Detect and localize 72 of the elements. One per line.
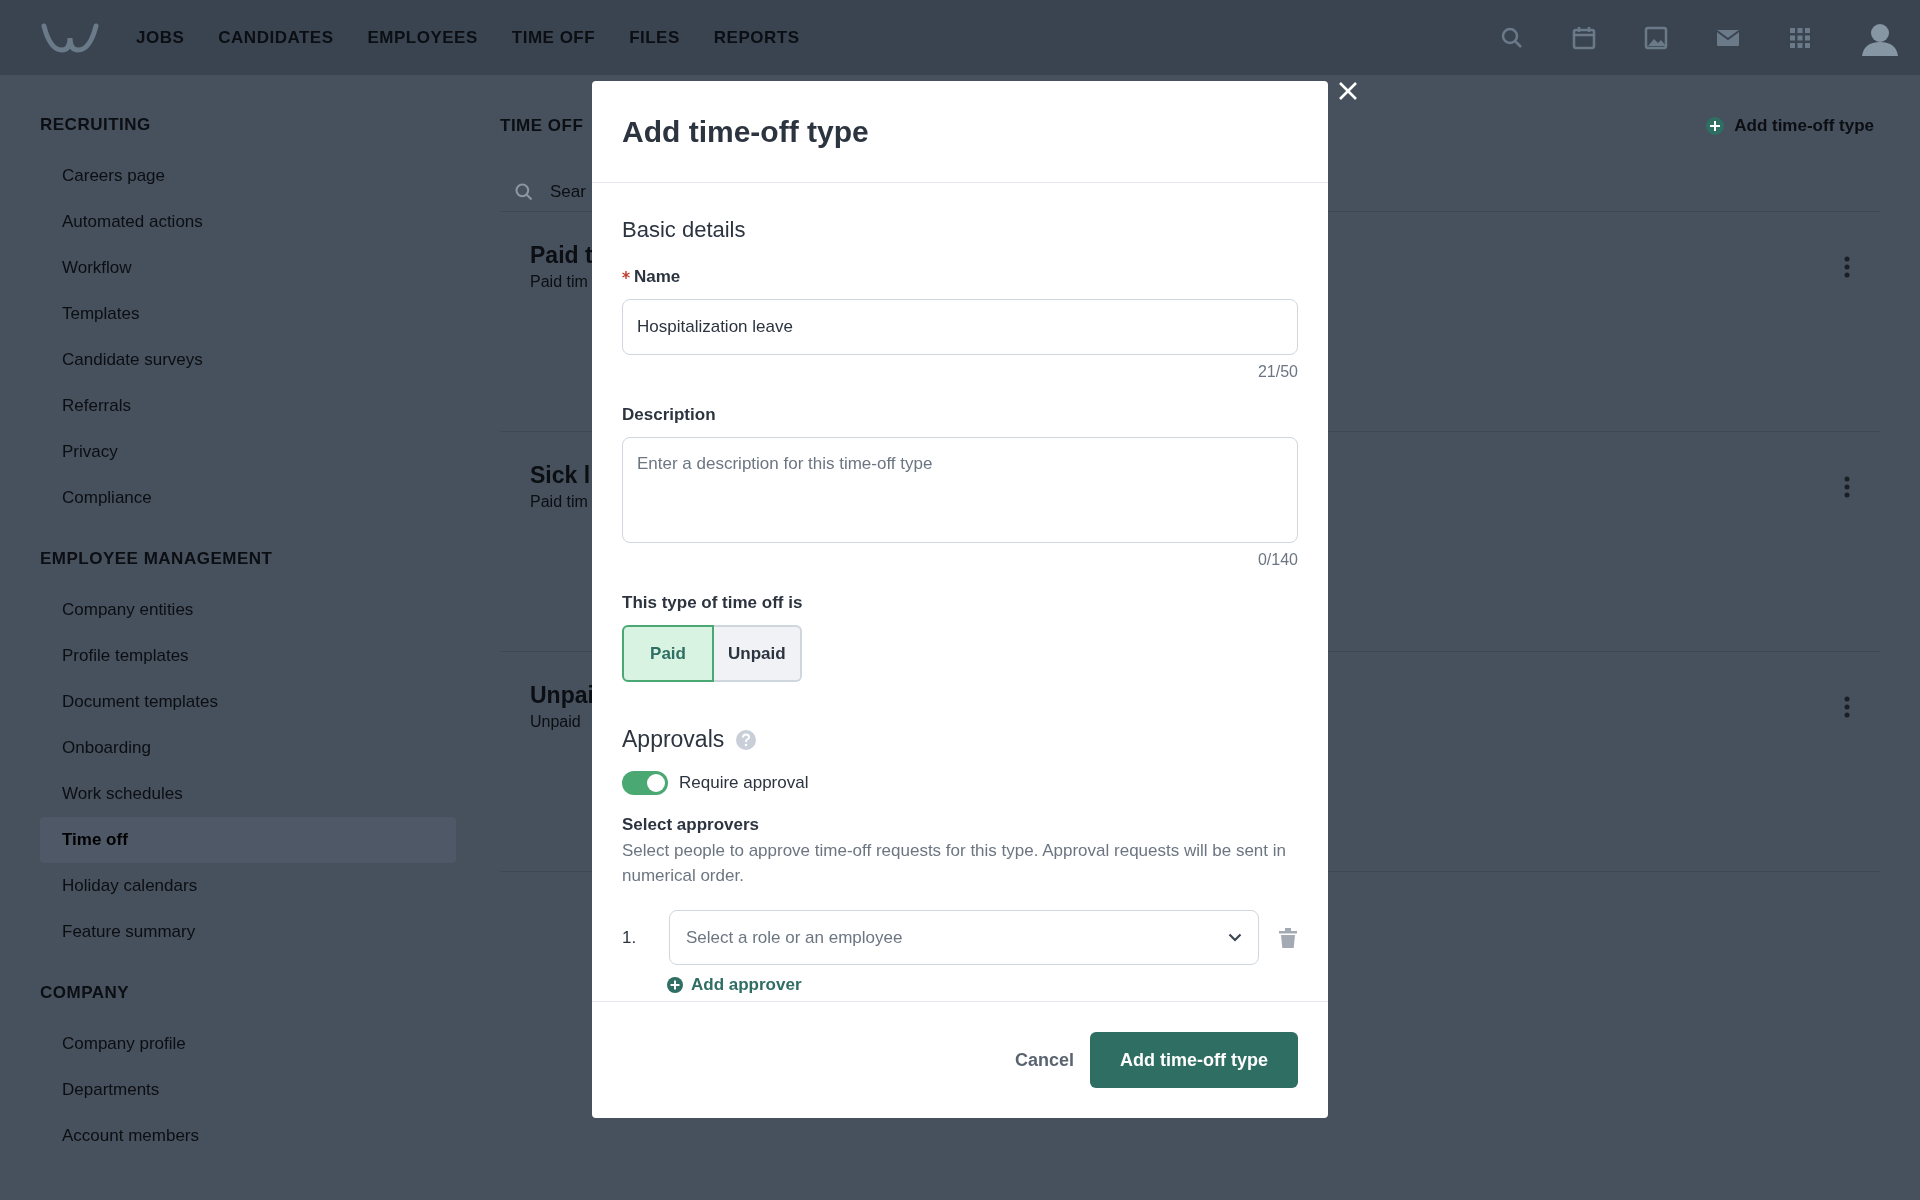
type-title: Unpai — [530, 682, 594, 709]
search-field[interactable]: Sear — [548, 181, 612, 203]
apps-grid-icon[interactable] — [1788, 25, 1812, 50]
section-heading: Basic details — [622, 217, 747, 243]
field-label: This type of time off is — [622, 593, 803, 613]
sidebar-item[interactable]: Time off — [40, 817, 456, 863]
help-text: Select people to approve time-off requests for this type. Approval requests will be sent in numerical order. — [622, 840, 1287, 887]
search-icon — [514, 182, 534, 202]
add-approver-link[interactable]: Add approver — [667, 975, 802, 995]
sidebar-section-title: RECRUITING — [40, 115, 152, 135]
description-input[interactable]: Enter a description for this time-off type — [622, 437, 1298, 543]
sidebar-item[interactable]: Referrals — [40, 383, 456, 429]
sidebar-item[interactable]: Company profile — [40, 1021, 456, 1067]
sidebar-item[interactable]: Workflow — [40, 245, 456, 291]
toggle-switch[interactable] — [622, 771, 668, 795]
name-input[interactable]: Hospitalization leave — [622, 299, 1298, 355]
segment-option[interactable]: Paid — [622, 625, 714, 682]
chevron-down-icon — [1228, 933, 1242, 942]
sidebar-item[interactable]: Privacy — [40, 429, 456, 475]
close-icon[interactable] — [1338, 81, 1358, 101]
sidebar-item[interactable]: Candidate surveys — [40, 337, 456, 383]
approver-select[interactable]: Select a role or an employee — [669, 910, 1259, 965]
sidebar-item[interactable]: Account members — [40, 1113, 456, 1159]
type-subtitle: Paid tim — [530, 493, 589, 511]
dialog-title: Add time-off type — [622, 114, 869, 149]
submit-button[interactable]: Add time-off type — [1090, 1032, 1298, 1088]
sidebar-item[interactable]: Templates — [40, 291, 456, 337]
sidebar-item[interactable]: Feature summary — [40, 909, 456, 955]
image-icon[interactable] — [1644, 25, 1668, 50]
sidebar-item[interactable]: Document templates — [40, 679, 456, 725]
field-label: Name — [634, 267, 681, 287]
type-title: Sick l — [530, 462, 591, 489]
calendar-icon[interactable] — [1572, 25, 1596, 50]
toggle-label: Require approval — [679, 773, 809, 793]
cancel-button[interactable]: Cancel — [1008, 1048, 1080, 1072]
sidebar-item[interactable]: Work schedules — [40, 771, 456, 817]
page-title: TIME OFF — [500, 116, 584, 136]
step-number: 1. — [622, 927, 638, 948]
sidebar-section-title: COMPANY — [40, 983, 131, 1003]
type-subtitle: Paid tim — [530, 273, 589, 291]
sidebar-item[interactable]: Automated actions — [40, 199, 456, 245]
sidebar-item[interactable]: Profile templates — [40, 633, 456, 679]
character-counter: 0/140 — [1257, 551, 1298, 569]
more-options-icon[interactable] — [1844, 476, 1850, 498]
help-icon[interactable] — [736, 729, 757, 750]
sidebar-item[interactable]: Compliance — [40, 475, 456, 521]
nav-link[interactable]: REPORTS — [713, 27, 800, 48]
field-label: Description — [622, 405, 716, 425]
add-type-button[interactable]: Add time-off type — [1700, 115, 1880, 137]
type-title: Paid t — [530, 242, 593, 269]
more-options-icon[interactable] — [1844, 696, 1850, 718]
nav-link[interactable]: TIME OFF — [511, 27, 596, 48]
plus-circle-icon — [667, 977, 683, 993]
nav-link[interactable]: FILES — [629, 27, 680, 48]
nav-link[interactable]: JOBS — [136, 27, 185, 48]
sidebar-item[interactable]: Holiday calendars — [40, 863, 456, 909]
segment-option[interactable]: Unpaid — [714, 625, 802, 682]
section-heading: Approvals — [622, 726, 725, 753]
nav-link[interactable]: EMPLOYEES — [367, 27, 478, 48]
sidebar-item[interactable]: Careers page — [40, 153, 456, 199]
character-counter: 21/50 — [1257, 363, 1298, 381]
sidebar-item[interactable]: Company entities — [40, 587, 456, 633]
sidebar-item[interactable]: Onboarding — [40, 725, 456, 771]
sidebar-item[interactable]: Departments — [40, 1067, 456, 1113]
nav-link[interactable]: CANDIDATES — [218, 27, 334, 48]
more-options-icon[interactable] — [1844, 256, 1850, 278]
plus-circle-icon — [1706, 117, 1725, 135]
trash-icon[interactable] — [1279, 927, 1297, 948]
type-subtitle: Unpaid — [530, 713, 582, 731]
sidebar-section-title: EMPLOYEE MANAGEMENT — [40, 549, 274, 569]
search-icon[interactable] — [1500, 25, 1524, 50]
field-label: Select approvers — [622, 815, 760, 835]
